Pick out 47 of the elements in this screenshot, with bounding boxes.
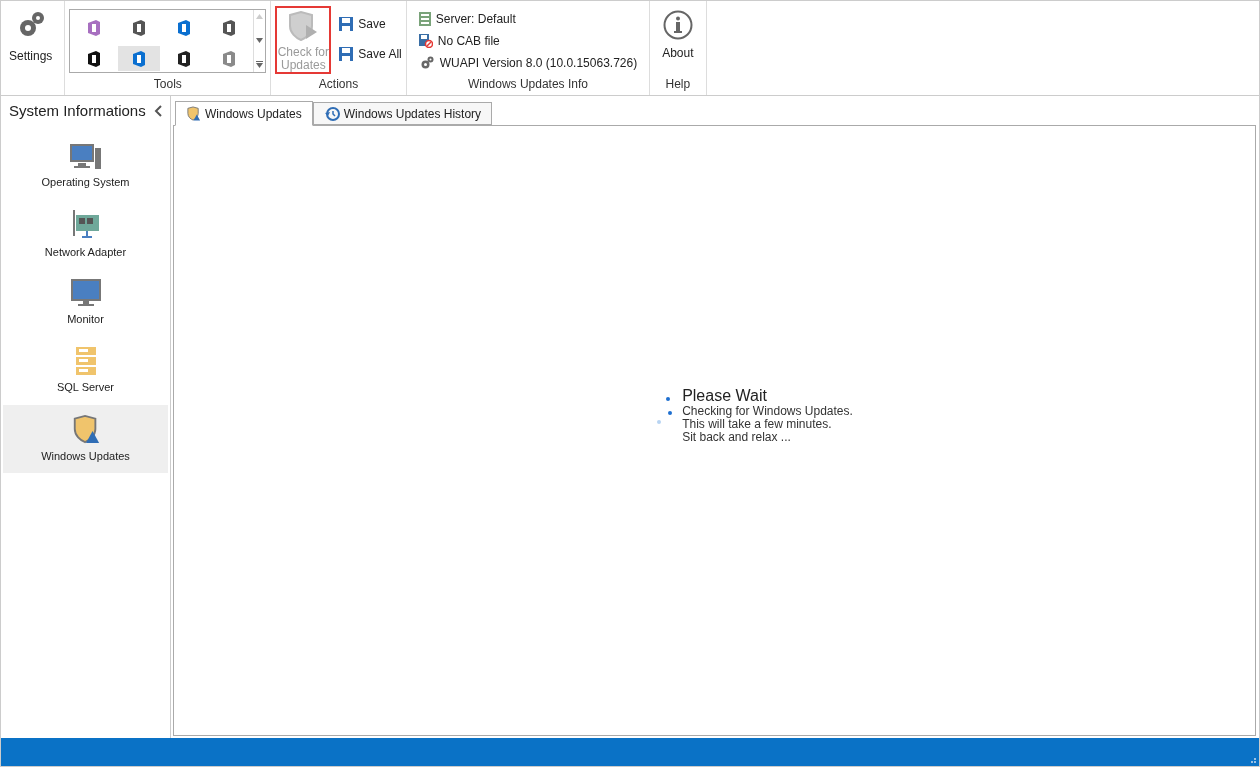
app-logo-icon: [131, 49, 148, 68]
sidebar-item[interactable]: Network Adapter: [3, 201, 168, 269]
wait-message: Checking for Windows Updates.: [682, 405, 853, 418]
info-icon: [662, 10, 693, 40]
resize-grip-icon[interactable]: [1248, 755, 1256, 763]
app-logo-icon: [131, 18, 148, 37]
tab[interactable]: Windows Updates: [175, 101, 313, 126]
gear-icon: [418, 55, 435, 71]
info-text: No CAB file: [437, 33, 500, 50]
sidebar-item[interactable]: Monitor: [3, 269, 168, 337]
shield-warning-icon: [186, 106, 201, 121]
network-card-icon: [71, 209, 100, 240]
collapse-chevron-icon[interactable]: [154, 105, 162, 117]
shield-play-icon: [288, 11, 319, 43]
group-caption: Help: [665, 78, 691, 93]
disk-blocked-icon: [418, 34, 433, 48]
check-for-updates-button: Check for Updates: [275, 6, 332, 74]
sidebar-item[interactable]: Windows Updates: [3, 405, 168, 473]
server-stack-icon: [74, 346, 97, 375]
save-button[interactable]: Save All: [339, 45, 402, 63]
group-caption: Tools: [153, 78, 182, 93]
sidebar-item[interactable]: SQL Server: [3, 337, 168, 405]
app-logo-icon: [221, 18, 238, 37]
wait-message: Sit back and relax ...: [682, 431, 792, 444]
app-logo-icon: [176, 18, 193, 37]
scroll-down-icon[interactable]: [256, 37, 264, 43]
info-text: WUAPI Version 8.0 (10.0.15063.726): [439, 55, 638, 72]
save-button[interactable]: Save: [339, 15, 402, 33]
tab[interactable]: Windows Updates History: [312, 102, 493, 125]
computer-icon: [69, 143, 102, 170]
wait-title: Please Wait: [682, 387, 768, 405]
app-logo-icon: [176, 49, 193, 68]
group-caption: Actions: [318, 78, 359, 93]
app-logo-icon: [86, 18, 103, 37]
app-logo-icon: [86, 49, 103, 68]
info-text: Server: Default: [435, 11, 516, 28]
wait-message: This will take a few minutes.: [682, 418, 832, 431]
history-clock-icon: [323, 105, 340, 122]
about-button[interactable]: About: [662, 1, 694, 62]
expand-gallery-icon[interactable]: [256, 61, 264, 68]
monitor-icon: [70, 278, 101, 307]
sidebar-title: System Informations: [9, 100, 146, 121]
settings-button[interactable]: Settings: [1, 1, 61, 65]
group-caption: Windows Updates Info: [467, 78, 588, 93]
sidebar-item[interactable]: Operating System: [3, 133, 168, 201]
server-list-icon: [418, 12, 431, 26]
app-logo-icon: [221, 49, 238, 68]
